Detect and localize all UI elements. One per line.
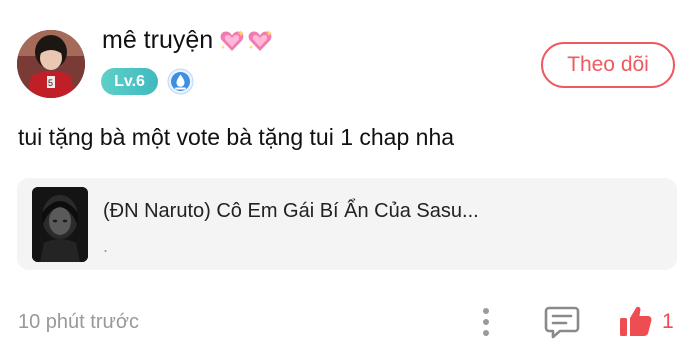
- comment-icon[interactable]: [544, 304, 580, 340]
- sparkling-heart-icon: [220, 29, 245, 51]
- sparkling-hearts-icon: [219, 28, 273, 54]
- sparkling-heart-icon: [248, 29, 273, 51]
- story-card[interactable]: (ĐN Naruto) Cô Em Gái Bí Ẩn Của Sasu... …: [17, 178, 677, 270]
- story-cover-image: [32, 187, 88, 262]
- level-badge: Lv.6: [101, 68, 158, 95]
- water-drop-badge-icon: [167, 68, 194, 95]
- more-vertical-icon[interactable]: [476, 305, 496, 339]
- story-title: (ĐN Naruto) Cô Em Gái Bí Ẩn Của Sasu...: [103, 200, 479, 222]
- timestamp: 10 phút trước: [18, 311, 140, 333]
- follow-button[interactable]: Theo dõi: [541, 42, 675, 88]
- username[interactable]: mê truyện: [102, 26, 213, 55]
- avatar-image: 5: [17, 30, 85, 98]
- story-subtitle: .: [103, 236, 109, 256]
- username-row: mê truyện: [102, 26, 273, 55]
- avatar[interactable]: 5: [17, 30, 85, 98]
- like-count: 1: [662, 310, 674, 333]
- story-cover-art: [32, 187, 88, 262]
- svg-text:5: 5: [48, 78, 53, 88]
- comment-text: tui tặng bà một vote bà tặng tui 1 chap …: [18, 124, 455, 150]
- comment-card: 5 mê truyện Lv.6 Theo dõi tui tặng bà mộ…: [0, 0, 680, 350]
- thumbs-up-icon[interactable]: [619, 304, 653, 338]
